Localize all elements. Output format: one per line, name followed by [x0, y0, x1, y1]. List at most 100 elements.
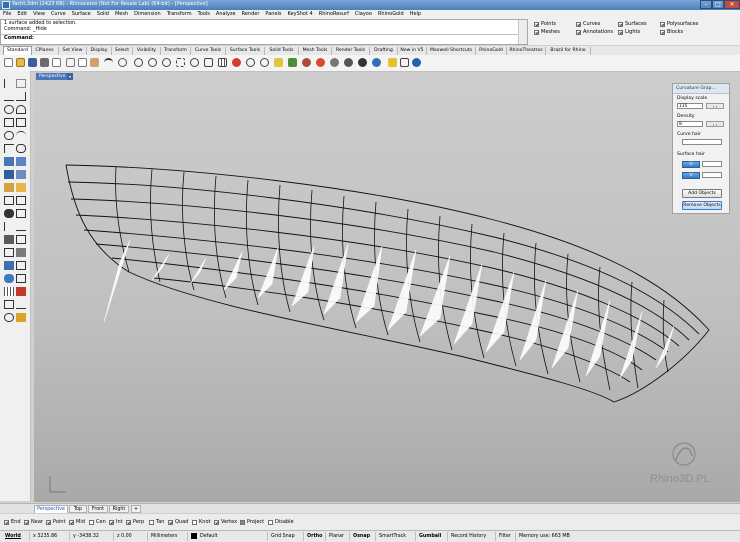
- menu-edit[interactable]: Edit: [14, 10, 30, 19]
- layer-icon[interactable]: [288, 58, 297, 67]
- tab-drafting[interactable]: Drafting: [370, 47, 398, 55]
- array-icon[interactable]: [4, 261, 14, 270]
- undo-view-icon[interactable]: [204, 58, 213, 67]
- group-icon[interactable]: [4, 313, 14, 322]
- menu-transform[interactable]: Transform: [164, 10, 195, 19]
- trim-icon[interactable]: [4, 209, 14, 218]
- paste-icon[interactable]: [90, 58, 99, 67]
- display-scale-input[interactable]: 135: [677, 103, 703, 109]
- menu-curve[interactable]: Curve: [48, 10, 69, 19]
- polyline-icon[interactable]: [4, 92, 14, 101]
- menu-dimension[interactable]: Dimension: [131, 10, 164, 19]
- osnap-project[interactable]: Project: [240, 519, 264, 525]
- filter-points[interactable]: Points: [534, 21, 556, 27]
- surface-icon[interactable]: [4, 157, 14, 166]
- u-color-swatch[interactable]: [702, 161, 722, 167]
- xray-sphere-icon[interactable]: [372, 58, 381, 67]
- help-icon[interactable]: [412, 58, 421, 67]
- tab-maxwell-shortcuts[interactable]: Maxwell Shortcuts: [427, 47, 476, 55]
- command-scrollbar[interactable]: [518, 20, 527, 44]
- text-icon[interactable]: [16, 196, 26, 205]
- add-objects-button[interactable]: Add Objects: [682, 189, 722, 198]
- scale-icon[interactable]: [4, 248, 14, 257]
- polygon-icon[interactable]: [16, 118, 26, 127]
- density-stepper[interactable]: ‹ ›: [706, 121, 724, 127]
- check-icon[interactable]: [4, 300, 14, 309]
- layer-selector[interactable]: Default: [188, 532, 268, 541]
- filter-meshes[interactable]: Meshes: [534, 29, 560, 35]
- offset-curve-icon[interactable]: [16, 144, 26, 153]
- select-arrow-icon[interactable]: [4, 79, 14, 88]
- tab-perspective[interactable]: Perspective: [34, 505, 68, 513]
- tick-icon[interactable]: [16, 300, 26, 309]
- osnap-toggle[interactable]: Osnap: [350, 532, 376, 541]
- gumball-toggle[interactable]: Gumball: [416, 532, 448, 541]
- curve-hair-color-swatch[interactable]: [682, 139, 722, 145]
- filter-lights[interactable]: Lights: [618, 29, 640, 35]
- cut-icon[interactable]: [66, 58, 75, 67]
- ellipse-icon[interactable]: [4, 131, 14, 140]
- open-folder-icon[interactable]: [16, 58, 25, 67]
- menu-clayoo[interactable]: Clayoo: [352, 10, 375, 19]
- record-history-toggle[interactable]: Record History: [448, 532, 496, 541]
- undo-icon[interactable]: [104, 58, 113, 67]
- explode-icon[interactable]: [16, 222, 26, 231]
- remove-objects-button[interactable]: Remove Objects: [682, 201, 722, 210]
- select-icon[interactable]: [260, 58, 269, 67]
- v-toggle-button[interactable]: V: [682, 172, 700, 179]
- menu-keyshot[interactable]: KeyShot 4: [285, 10, 316, 19]
- ortho-toggle[interactable]: Ortho: [304, 532, 326, 541]
- menu-file[interactable]: File: [0, 10, 14, 19]
- zoom-extents-icon[interactable]: [176, 58, 185, 67]
- zoom-selected-icon[interactable]: [190, 58, 199, 67]
- tab-solid-tools[interactable]: Solid Tools: [265, 47, 299, 55]
- tab-brazil-for-rhino[interactable]: Brazil for Rhino: [546, 47, 591, 55]
- move-icon[interactable]: [4, 235, 14, 244]
- osnap-tan[interactable]: Tan: [149, 519, 164, 525]
- properties-icon[interactable]: [52, 58, 61, 67]
- material-icon[interactable]: [316, 58, 325, 67]
- filter-surfaces[interactable]: Surfaces: [618, 21, 647, 27]
- zoom-icon[interactable]: [148, 58, 157, 67]
- copy-icon[interactable]: [78, 58, 87, 67]
- join-icon[interactable]: [4, 222, 14, 231]
- command-prompt[interactable]: Command:: [1, 34, 527, 41]
- light-bulb-icon[interactable]: [274, 58, 283, 67]
- tab-set-view[interactable]: Set View: [59, 47, 87, 55]
- flag-icon[interactable]: [16, 287, 26, 296]
- menu-view[interactable]: View: [30, 10, 48, 19]
- tab-new-in-v5[interactable]: New in V5: [398, 47, 427, 55]
- menu-rhinogold[interactable]: RhinoGold: [375, 10, 407, 19]
- extrude-icon[interactable]: [16, 170, 26, 179]
- tab-display[interactable]: Display: [87, 47, 112, 55]
- menu-analyze[interactable]: Analyze: [213, 10, 239, 19]
- rectangle-icon[interactable]: [4, 118, 14, 127]
- tab-front[interactable]: Front: [88, 505, 108, 513]
- minimize-button[interactable]: –: [700, 0, 712, 9]
- maximize-button[interactable]: □: [712, 0, 724, 9]
- osnap-knot[interactable]: Knot: [192, 519, 210, 525]
- fillet-curve-icon[interactable]: [4, 144, 14, 153]
- named-view-icon[interactable]: [400, 58, 409, 67]
- tab-surface-tools[interactable]: Surface Tools: [226, 47, 265, 55]
- filter-annotations[interactable]: Annotations: [576, 29, 613, 35]
- density-input[interactable]: 8: [677, 121, 703, 127]
- tab-transform[interactable]: Transform: [161, 47, 191, 55]
- tab-right[interactable]: Right: [109, 505, 129, 513]
- arc-icon[interactable]: [16, 105, 26, 114]
- point-icon[interactable]: [16, 79, 26, 88]
- perspective-viewport[interactable]: Perspective ▾ RhinoЗD.PL: [34, 72, 740, 502]
- four-viewports-icon[interactable]: [218, 58, 227, 67]
- options-icon[interactable]: [388, 58, 397, 67]
- loft-icon[interactable]: [16, 157, 26, 166]
- filter-button[interactable]: Filter: [496, 532, 516, 541]
- rendered-sphere-icon[interactable]: [344, 58, 353, 67]
- grid-snap-toggle[interactable]: Grid Snap: [268, 532, 304, 541]
- tab-rhinotheatros[interactable]: RhinoTheatros: [507, 47, 546, 55]
- tab-select[interactable]: Select: [112, 47, 133, 55]
- tab-curve-tools[interactable]: Curve Tools: [191, 47, 226, 55]
- menu-render[interactable]: Render: [239, 10, 263, 19]
- mesh-icon[interactable]: [4, 183, 14, 192]
- rotate-view-icon[interactable]: [134, 58, 143, 67]
- osnap-end[interactable]: End: [4, 519, 21, 525]
